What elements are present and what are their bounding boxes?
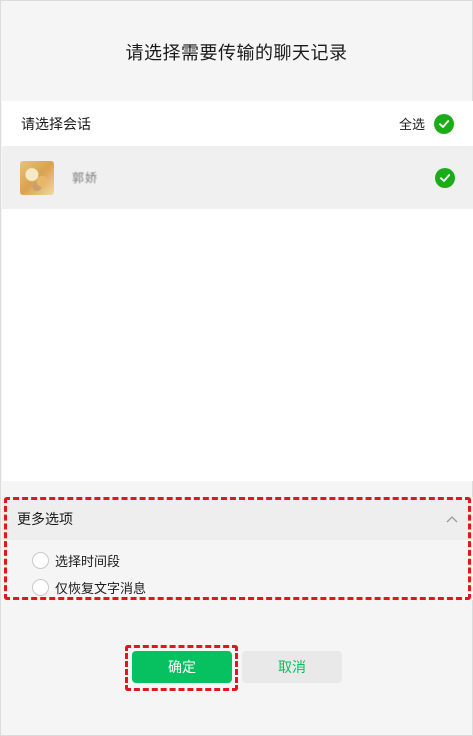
check-circle-icon[interactable]	[435, 167, 455, 188]
conversation-list-label: 请选择会话	[21, 116, 91, 133]
chevron-up-icon[interactable]	[446, 515, 458, 523]
option-text-only-label: 仅恢复文字消息	[55, 582, 147, 597]
select-all-toggle[interactable]: 全选	[398, 113, 454, 134]
more-options-body: 选择时间段 仅恢复文字消息	[2, 540, 473, 600]
confirm-button[interactable]: 确定	[132, 651, 232, 683]
option-time-range-label: 选择时间段	[55, 555, 121, 570]
transfer-dialog: 请选择需要传输的聊天记录 请选择会话 全选 郭娇 更多选项 选择时间段 仅恢复文…	[0, 0, 473, 736]
conversation-list-panel: 请选择会话 全选 郭娇	[2, 101, 473, 481]
contact-name: 郭娇	[72, 171, 99, 185]
option-text-only[interactable]: 仅恢复文字消息	[32, 578, 146, 597]
radio-unchecked-icon[interactable]	[32, 579, 49, 596]
conversation-list-header: 请选择会话 全选	[2, 101, 473, 146]
radio-unchecked-icon[interactable]	[32, 552, 49, 569]
dialog-title: 请选择需要传输的聊天记录	[125, 43, 348, 64]
conversation-row[interactable]: 郭娇	[2, 146, 473, 209]
check-circle-icon[interactable]	[434, 113, 454, 134]
option-time-range[interactable]: 选择时间段	[32, 551, 120, 570]
more-options-header[interactable]: 更多选项	[2, 497, 473, 540]
cancel-button[interactable]: 取消	[242, 651, 342, 683]
select-all-label: 全选	[398, 118, 425, 133]
more-options-label: 更多选项	[17, 511, 73, 528]
contact-avatar	[20, 160, 54, 195]
